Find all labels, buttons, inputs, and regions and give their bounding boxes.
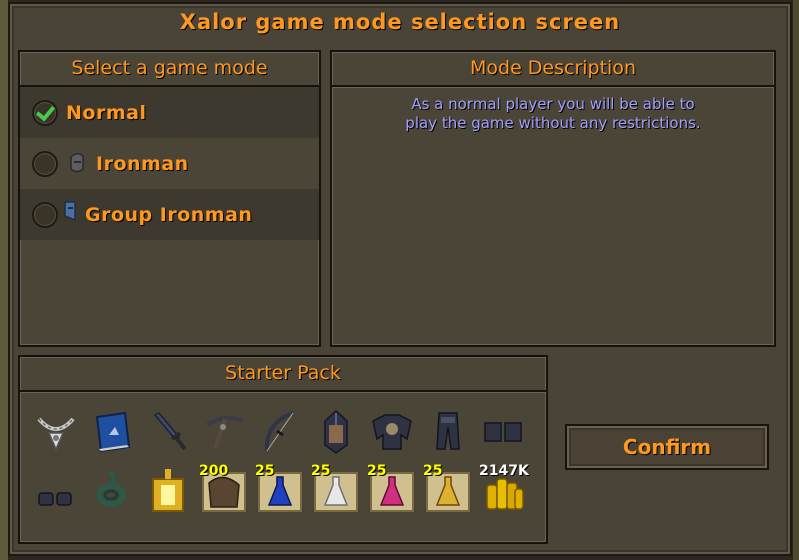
blue-potion-quantity: 25 bbox=[255, 463, 275, 479]
confirm-button[interactable]: Confirm bbox=[565, 424, 769, 470]
ironman-helm-icon bbox=[66, 149, 88, 179]
helmet-icon bbox=[324, 409, 348, 454]
white-potion-quantity: 25 bbox=[311, 463, 331, 479]
mode-description-panel: Mode Description As a normal player you … bbox=[330, 50, 776, 347]
crossbow-icon bbox=[205, 415, 244, 450]
starter-item-amulet[interactable] bbox=[28, 405, 84, 461]
starter-item-yellow-potion[interactable]: 25 bbox=[420, 463, 476, 519]
starter-item-dagger[interactable] bbox=[140, 405, 196, 461]
description-line-1: As a normal player you will be able to bbox=[411, 95, 695, 113]
dagger-icon bbox=[153, 412, 187, 451]
coins-quantity: 2147K bbox=[479, 463, 529, 479]
starter-item-rope[interactable] bbox=[84, 463, 140, 519]
starter-item-pink-potion[interactable]: 25 bbox=[364, 463, 420, 519]
starter-item-lantern[interactable] bbox=[140, 463, 196, 519]
starter-item-gloves[interactable] bbox=[28, 463, 84, 519]
starter-item-spellbook[interactable] bbox=[84, 405, 140, 461]
starter-item-boots[interactable] bbox=[476, 405, 532, 461]
starter-item-coins[interactable]: 2147K bbox=[476, 463, 532, 519]
boots-icon bbox=[484, 422, 522, 442]
mode-option-group-ironman[interactable]: Group Ironman bbox=[20, 189, 319, 240]
description-line-2: play the game without any restrictions. bbox=[405, 114, 701, 132]
lantern-icon bbox=[152, 469, 184, 512]
starter-item-helmet[interactable] bbox=[308, 405, 364, 461]
bow-icon bbox=[264, 411, 294, 452]
starter-item-sack[interactable]: 200 bbox=[196, 463, 252, 519]
sack-quantity: 200 bbox=[199, 463, 229, 479]
starter-item-white-potion[interactable]: 25 bbox=[308, 463, 364, 519]
starter-item-crossbow[interactable] bbox=[196, 405, 252, 461]
rope-icon bbox=[96, 471, 126, 507]
starter-pack-header: Starter Pack bbox=[20, 357, 546, 392]
starter-item-platelegs[interactable] bbox=[420, 405, 476, 461]
starter-item-bow[interactable] bbox=[252, 405, 308, 461]
normal-radio-checked[interactable] bbox=[32, 99, 58, 126]
mode-option-normal[interactable]: Normal bbox=[20, 87, 319, 138]
mode-description-text: As a normal player you will be able to p… bbox=[332, 95, 774, 133]
game-mode-panel: Select a game mode Normal Ironman Group … bbox=[18, 50, 321, 347]
mode-label-ironman: Ironman bbox=[96, 152, 189, 175]
mode-label-normal: Normal bbox=[66, 101, 147, 124]
game-mode-panel-header: Select a game mode bbox=[20, 52, 319, 87]
starter-pack-panel: Starter Pack 200 25 25 25 25 2147K bbox=[18, 355, 548, 544]
pink-potion-quantity: 25 bbox=[367, 463, 387, 479]
mode-description-header: Mode Description bbox=[332, 52, 774, 87]
spellbook-icon bbox=[95, 411, 131, 453]
yellow-potion-quantity: 25 bbox=[423, 463, 443, 479]
starter-item-blue-potion[interactable]: 25 bbox=[252, 463, 308, 519]
gloves-icon bbox=[38, 492, 72, 506]
platebody-icon bbox=[372, 414, 412, 450]
window-title: Xalor game mode selection screen bbox=[179, 10, 621, 34]
group-ironman-radio[interactable] bbox=[32, 201, 58, 228]
group-ironman-helm-icon bbox=[63, 200, 77, 230]
mode-option-ironman[interactable]: Ironman bbox=[20, 138, 319, 189]
starter-pack-items: 200 25 25 25 25 2147K bbox=[28, 405, 538, 519]
ironman-radio[interactable] bbox=[32, 150, 58, 177]
amulet-icon bbox=[37, 417, 75, 451]
starter-item-platebody[interactable] bbox=[364, 405, 420, 461]
platelegs-icon bbox=[436, 412, 460, 450]
mode-label-group-ironman: Group Ironman bbox=[85, 203, 253, 226]
